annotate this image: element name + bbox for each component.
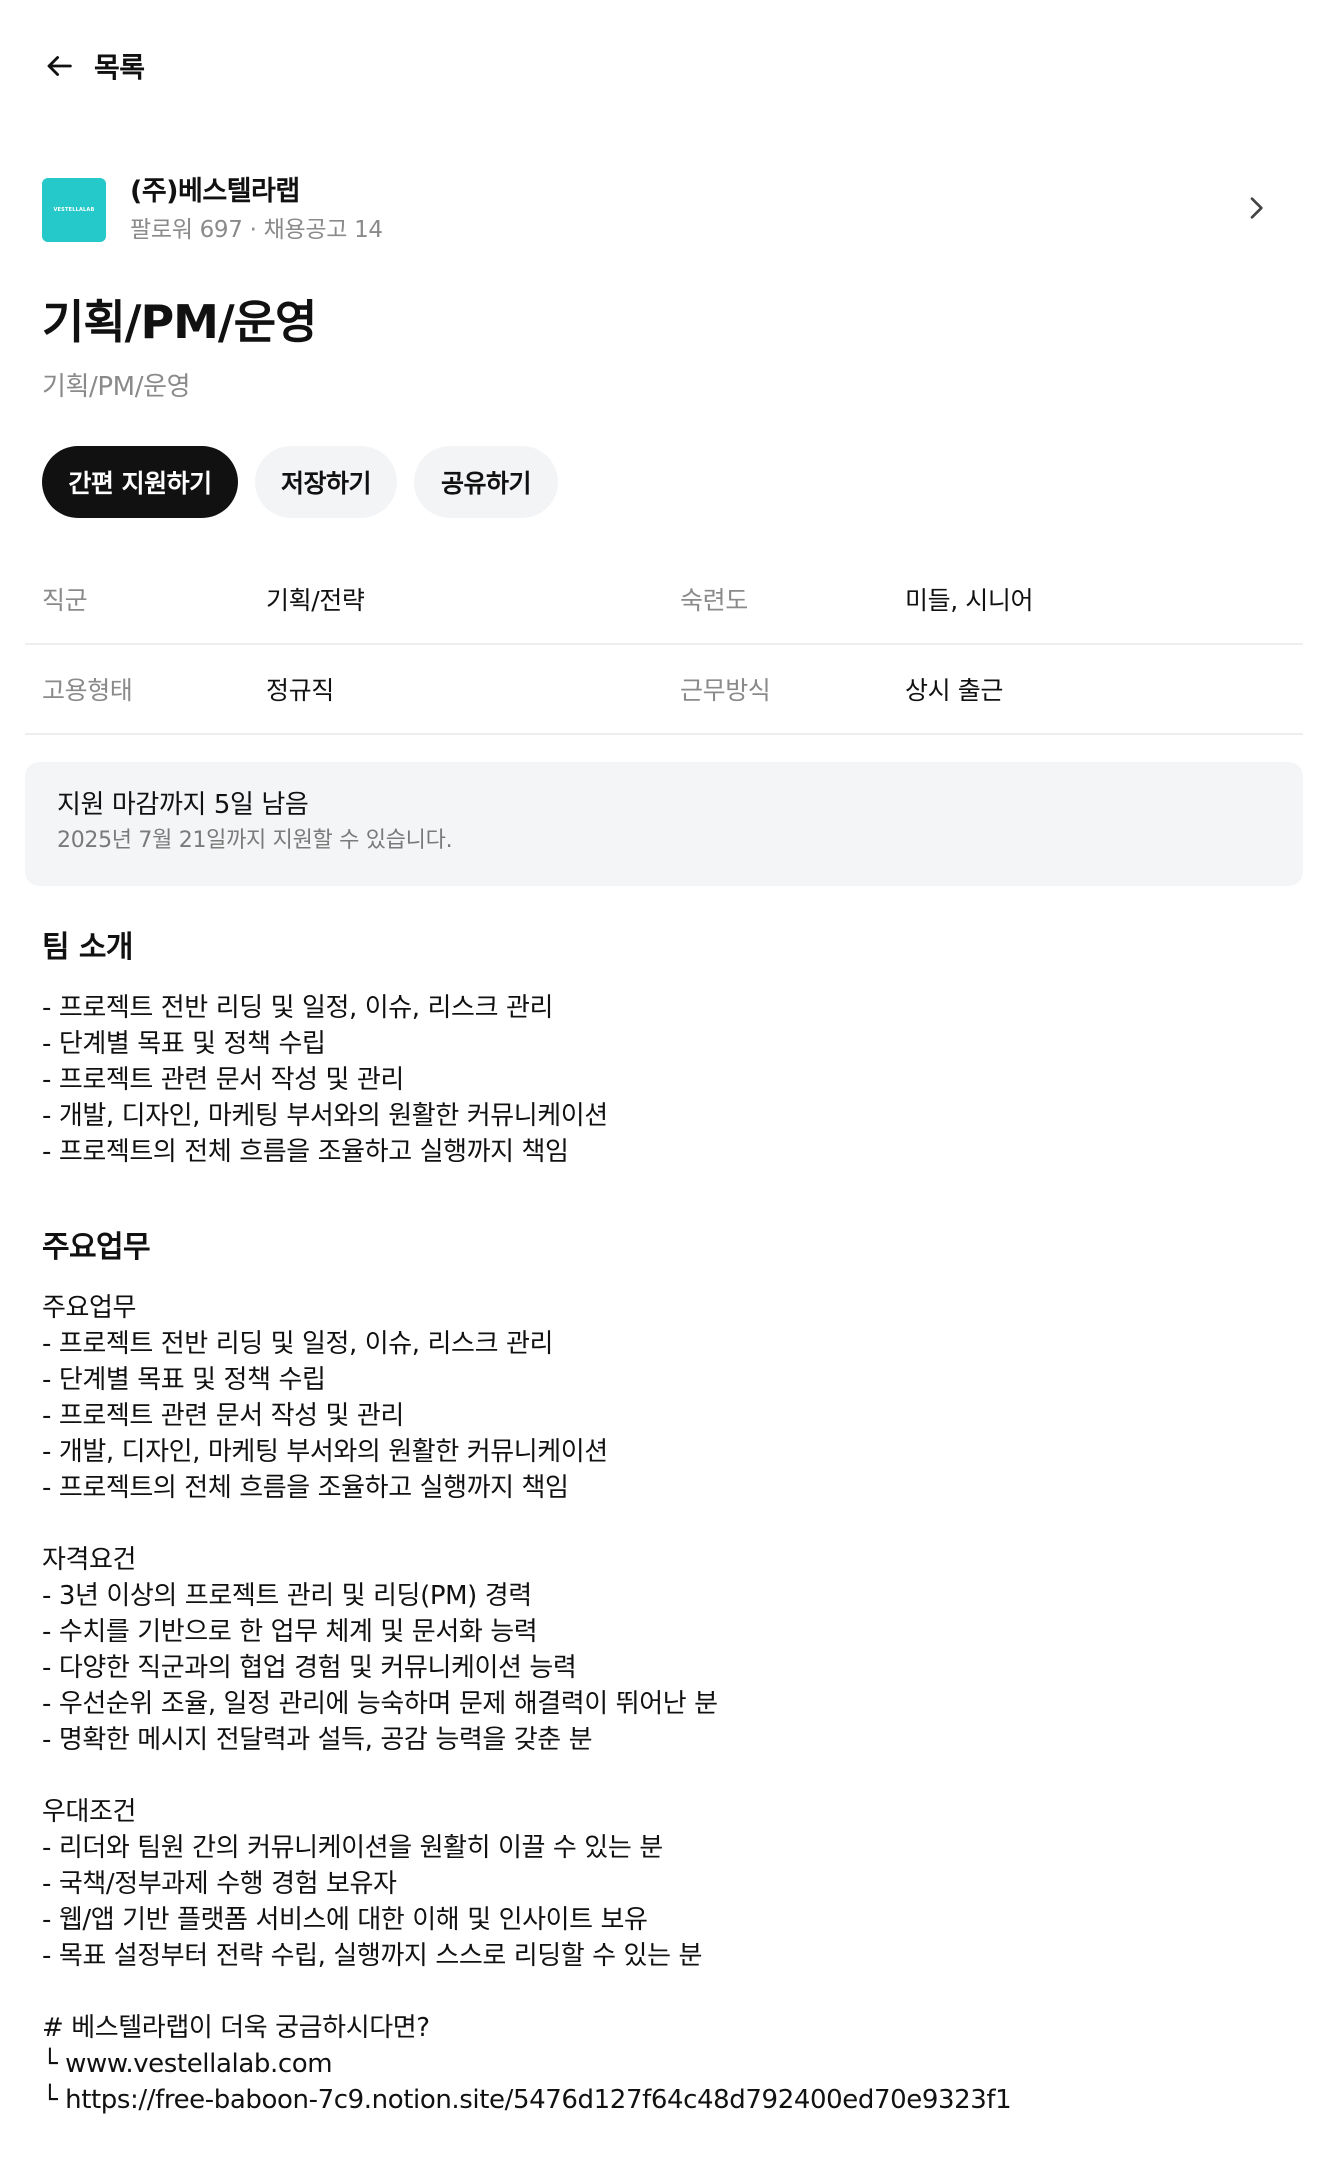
text-line: # 베스텔라랩이 더욱 궁금하시다면? <box>42 2013 430 2043</box>
meta-label-job-group: 직군 <box>42 586 88 615</box>
text-line: 주요업무 <box>42 1293 137 1323</box>
text-line: 자격요건 <box>42 1545 137 1575</box>
meta-row: 직군 기획/전략 숙련도 미들, 시니어 <box>25 555 1303 645</box>
company-logo: VESTELLALAB <box>42 178 106 242</box>
text-line: - 3년 이상의 프로젝트 관리 및 리딩(PM) 경력 <box>42 1581 532 1611</box>
text-line: - 프로젝트 관련 문서 작성 및 관리 <box>42 1065 404 1095</box>
main-duties-text: 주요업무 - 프로젝트 전반 리딩 및 일정, 이슈, 리스크 관리 - 단계별 목… <box>42 1290 1012 2118</box>
text-line: - 다양한 직군과의 협업 경험 및 커뮤니케이션 능력 <box>42 1653 577 1683</box>
arrow-left-icon <box>47 56 72 76</box>
text-line: - 프로젝트 전반 리딩 및 일정, 이슈, 리스크 관리 <box>42 993 553 1023</box>
company-card[interactable]: VESTELLALAB (주)베스텔라랩 팔로워 697 · 채용공고 14 <box>42 168 1286 252</box>
company-name: (주)베스텔라랩 <box>130 176 300 207</box>
meta-value-seniority: 미들, 시니어 <box>905 586 1034 615</box>
text-line: - 국책/정부과제 수행 경험 보유자 <box>42 1869 397 1899</box>
main-duties-title: 주요업무 <box>42 1230 151 1265</box>
quick-apply-button[interactable]: 간편 지원하기 <box>42 446 238 518</box>
text-line: - 프로젝트 전반 리딩 및 일정, 이슈, 리스크 관리 <box>42 1329 553 1359</box>
team-intro-title: 팀 소개 <box>42 930 133 965</box>
job-title: 기획/PM/운영 <box>42 295 317 349</box>
text-line: - 명확한 메시지 전달력과 설득, 공감 능력을 갖춘 분 <box>42 1725 593 1755</box>
company-logo-text: VESTELLALAB <box>53 207 95 213</box>
text-line: └ https://free-baboon-7c9.notion.site/54… <box>42 2085 1012 2115</box>
text-line: - 프로젝트 관련 문서 작성 및 관리 <box>42 1401 404 1431</box>
meta-label-seniority: 숙련도 <box>680 586 748 615</box>
text-line: - 웹/앱 기반 플랫폼 서비스에 대한 이해 및 인사이트 보유 <box>42 1905 648 1935</box>
job-detail-page: 목록 VESTELLALAB (주)베스텔라랩 팔로워 697 · 채용공고 1… <box>0 0 1328 2168</box>
meta-value-employment-type: 정규직 <box>266 676 334 705</box>
job-subtitle: 기획/PM/운영 <box>42 372 191 402</box>
meta-row: 고용형태 정규직 근무방식 상시 출근 <box>25 645 1303 735</box>
back-label: 목록 <box>94 51 145 84</box>
meta-value-job-group: 기획/전략 <box>266 586 365 615</box>
deadline-subtitle: 2025년 7월 21일까지 지원할 수 있습니다. <box>57 828 453 853</box>
text-line: - 단계별 목표 및 정책 수립 <box>42 1029 326 1059</box>
save-button[interactable]: 저장하기 <box>255 446 397 518</box>
company-stats: 팔로워 697 · 채용공고 14 <box>130 217 383 243</box>
company-info: (주)베스텔라랩 팔로워 697 · 채용공고 14 <box>130 175 383 245</box>
text-line: - 프로젝트의 전체 흐름을 조율하고 실행까지 책임 <box>42 1137 569 1167</box>
text-line: └ www.vestellalab.com <box>42 2049 333 2079</box>
chevron-right-icon[interactable] <box>1240 192 1272 224</box>
text-line: - 우선순위 조율, 일정 관리에 능숙하며 문제 해결력이 뛰어난 분 <box>42 1689 718 1719</box>
text-line: - 단계별 목표 및 정책 수립 <box>42 1365 326 1395</box>
meta-label-employment-type: 고용형태 <box>42 676 133 705</box>
deadline-title: 지원 마감까지 5일 남음 <box>57 790 309 820</box>
meta-label-work-style: 근무방식 <box>680 676 771 705</box>
share-button[interactable]: 공유하기 <box>414 446 558 518</box>
team-intro-text: - 프로젝트 전반 리딩 및 일정, 이슈, 리스크 관리 - 단계별 목표 및 … <box>42 990 608 1170</box>
text-line: - 프로젝트의 전체 흐름을 조율하고 실행까지 책임 <box>42 1473 569 1503</box>
text-line: - 수치를 기반으로 한 업무 체계 및 문서화 능력 <box>42 1617 538 1647</box>
meta-value-work-style: 상시 출근 <box>905 676 1003 705</box>
back-to-list-button[interactable]: 목록 <box>42 44 145 88</box>
job-meta-table: 직군 기획/전략 숙련도 미들, 시니어 고용형태 정규직 근무방식 상시 출근 <box>25 555 1303 735</box>
text-line: - 리더와 팀원 간의 커뮤니케이션을 원활히 이끌 수 있는 분 <box>42 1833 663 1863</box>
text-line: - 개발, 디자인, 마케팅 부서와의 원활한 커뮤니케이션 <box>42 1101 608 1131</box>
text-line: - 목표 설정부터 전략 수립, 실행까지 스스로 리딩할 수 있는 분 <box>42 1941 702 1971</box>
text-line: 우대조건 <box>42 1797 137 1827</box>
text-line: - 개발, 디자인, 마케팅 부서와의 원활한 커뮤니케이션 <box>42 1437 608 1467</box>
deadline-notice: 지원 마감까지 5일 남음 2025년 7월 21일까지 지원할 수 있습니다. <box>25 762 1303 886</box>
action-buttons: 간편 지원하기 저장하기 공유하기 <box>42 446 558 518</box>
